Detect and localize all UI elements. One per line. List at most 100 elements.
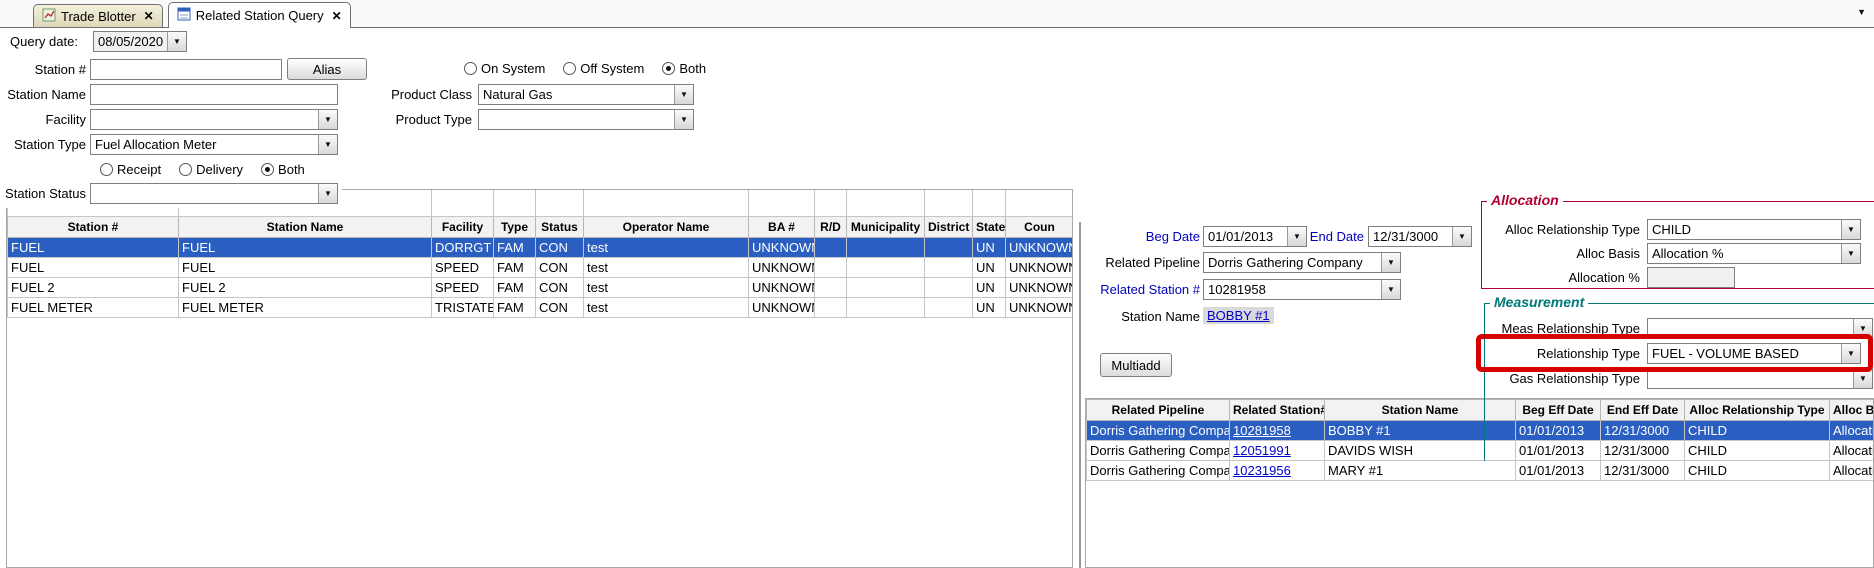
query-date-field[interactable]: 08/05/2020 ▼: [93, 31, 187, 52]
close-icon[interactable]: ✕: [332, 9, 342, 23]
related-station-link[interactable]: 12051991: [1233, 443, 1291, 458]
column-header[interactable]: R/D: [815, 217, 847, 238]
measurement-group-title: Measurement: [1490, 294, 1588, 310]
close-icon[interactable]: ✕: [144, 9, 154, 23]
radio-on-system[interactable]: On System: [464, 61, 545, 76]
meas-relationship-type-combo[interactable]: ▼: [1647, 318, 1873, 339]
beg-date-field[interactable]: 01/01/2013 ▼: [1203, 226, 1307, 247]
grid-row[interactable]: FUEL METER FUEL METER TRISTATE FAM CON t…: [8, 298, 1074, 318]
radio-both-system[interactable]: Both: [662, 61, 706, 76]
grid-cell: CON: [536, 278, 584, 298]
grid-cell: CON: [536, 258, 584, 278]
grid-cell: UNKNOWN: [749, 238, 815, 258]
grid-cell: MARY #1: [1325, 461, 1516, 481]
grid-row[interactable]: Dorris Gathering Company 10231956 MARY #…: [1087, 461, 1874, 481]
radio-receipt[interactable]: Receipt: [100, 162, 161, 177]
station-type-combo[interactable]: Fuel Allocation Meter ▼: [90, 134, 338, 155]
column-header[interactable]: Status: [536, 217, 584, 238]
grid-cell: UNKNOWN: [749, 278, 815, 298]
related-station-link[interactable]: 10231956: [1233, 463, 1291, 478]
grid-cell: SPEED: [432, 278, 494, 298]
radio-delivery[interactable]: Delivery: [179, 162, 243, 177]
station-name-link[interactable]: BOBBY #1: [1203, 307, 1274, 324]
tab-trade-blotter[interactable]: Trade Blotter ✕: [33, 4, 163, 27]
station-number-input[interactable]: [90, 59, 282, 80]
related-station-link[interactable]: 10281958: [1233, 423, 1291, 438]
alloc-relationship-type-combo[interactable]: CHILD ▼: [1647, 219, 1861, 240]
alias-button[interactable]: Alias: [287, 58, 367, 80]
gas-relationship-type-combo[interactable]: ▼: [1647, 368, 1873, 389]
dropdown-arrow-icon[interactable]: ▼: [318, 110, 337, 129]
column-header[interactable]: Operator Name: [584, 217, 749, 238]
panel-divider: [1079, 222, 1081, 568]
product-class-combo[interactable]: Natural Gas ▼: [478, 84, 694, 105]
relationship-type-combo[interactable]: FUEL - VOLUME BASED ▼: [1647, 343, 1861, 364]
product-type-combo[interactable]: ▼: [478, 109, 694, 130]
column-header[interactable]: Station #: [8, 217, 179, 238]
grid-cell: [815, 258, 847, 278]
grid-cell: FUEL METER: [179, 298, 432, 318]
radio-off-system[interactable]: Off System: [563, 61, 644, 76]
dropdown-arrow-icon[interactable]: ▼: [1853, 369, 1872, 388]
column-header[interactable]: Station Name: [179, 217, 432, 238]
station-number-label: Station #: [0, 59, 86, 80]
tab-related-station-query[interactable]: Related Station Query ✕: [168, 2, 351, 28]
multiadd-button[interactable]: Multiadd: [1100, 353, 1172, 377]
alloc-basis-combo[interactable]: Allocation % ▼: [1647, 243, 1861, 264]
dropdown-arrow-icon[interactable]: ▼: [318, 184, 337, 203]
tab-label: Related Station Query: [196, 8, 324, 23]
allocation-pct-input[interactable]: [1647, 267, 1735, 288]
grid-cell: FAM: [494, 238, 536, 258]
column-header[interactable]: Related Station#: [1230, 400, 1325, 421]
tab-list-arrow-icon[interactable]: ▼: [1857, 7, 1866, 17]
grid-cell: FUEL: [8, 238, 179, 258]
grid-row[interactable]: FUEL 2 FUEL 2 SPEED FAM CON test UNKNOWN…: [8, 278, 1074, 298]
grid-row[interactable]: FUEL FUEL SPEED FAM CON test UNKNOWN UN …: [8, 258, 1074, 278]
grid-cell: UNKNOWN: [1006, 258, 1074, 278]
tab-label: Trade Blotter: [61, 9, 136, 24]
column-header[interactable]: Related Pipeline: [1087, 400, 1230, 421]
related-station-combo[interactable]: 10281958 ▼: [1203, 279, 1401, 300]
column-header[interactable]: Coun: [1006, 217, 1074, 238]
grid-cell: UN: [973, 298, 1006, 318]
dropdown-arrow-icon[interactable]: ▼: [1287, 227, 1306, 246]
alloc-basis-label: Alloc Basis: [1450, 243, 1640, 264]
station-name-input[interactable]: [90, 84, 338, 105]
column-header[interactable]: District: [925, 217, 973, 238]
station-name-label: Station Name: [0, 84, 86, 105]
grid-cell: [925, 278, 973, 298]
column-header[interactable]: Type: [494, 217, 536, 238]
dropdown-arrow-icon[interactable]: ▼: [1381, 280, 1400, 299]
dropdown-arrow-icon[interactable]: ▼: [674, 85, 693, 104]
dropdown-arrow-icon[interactable]: ▼: [1853, 319, 1872, 338]
allocation-group-title: Allocation: [1487, 192, 1563, 208]
grid-row[interactable]: FUEL FUEL DORRGT FAM CON test UNKNOWN UN…: [8, 238, 1074, 258]
radio-both[interactable]: Both: [261, 162, 305, 177]
dropdown-arrow-icon[interactable]: ▼: [1381, 253, 1400, 272]
station-status-combo[interactable]: ▼: [90, 183, 338, 204]
station-status-label: Station Status: [0, 183, 86, 204]
dropdown-arrow-icon[interactable]: ▼: [1841, 220, 1860, 239]
product-class-label: Product Class: [380, 84, 472, 105]
dropdown-arrow-icon[interactable]: ▼: [318, 135, 337, 154]
dropdown-arrow-icon[interactable]: ▼: [1841, 244, 1860, 263]
grid-cell: 10281958: [1230, 421, 1325, 441]
radio-selected-icon: [261, 163, 274, 176]
relationship-type-label: Relationship Type: [1450, 343, 1640, 364]
grid-cell: DORRGT: [432, 238, 494, 258]
dropdown-arrow-icon[interactable]: ▼: [167, 32, 186, 51]
column-header[interactable]: State: [973, 217, 1006, 238]
facility-combo[interactable]: ▼: [90, 109, 338, 130]
grid-cell: [925, 258, 973, 278]
grid-cell: test: [584, 278, 749, 298]
grid-cell: FAM: [494, 278, 536, 298]
grid-cell: [847, 258, 925, 278]
grid-cell: [847, 238, 925, 258]
grid-cell: Dorris Gathering Company: [1087, 441, 1230, 461]
column-header[interactable]: Facility: [432, 217, 494, 238]
related-pipeline-combo[interactable]: Dorris Gathering Company ▼: [1203, 252, 1401, 273]
dropdown-arrow-icon[interactable]: ▼: [674, 110, 693, 129]
dropdown-arrow-icon[interactable]: ▼: [1841, 344, 1860, 363]
column-header[interactable]: BA #: [749, 217, 815, 238]
column-header[interactable]: Municipality: [847, 217, 925, 238]
